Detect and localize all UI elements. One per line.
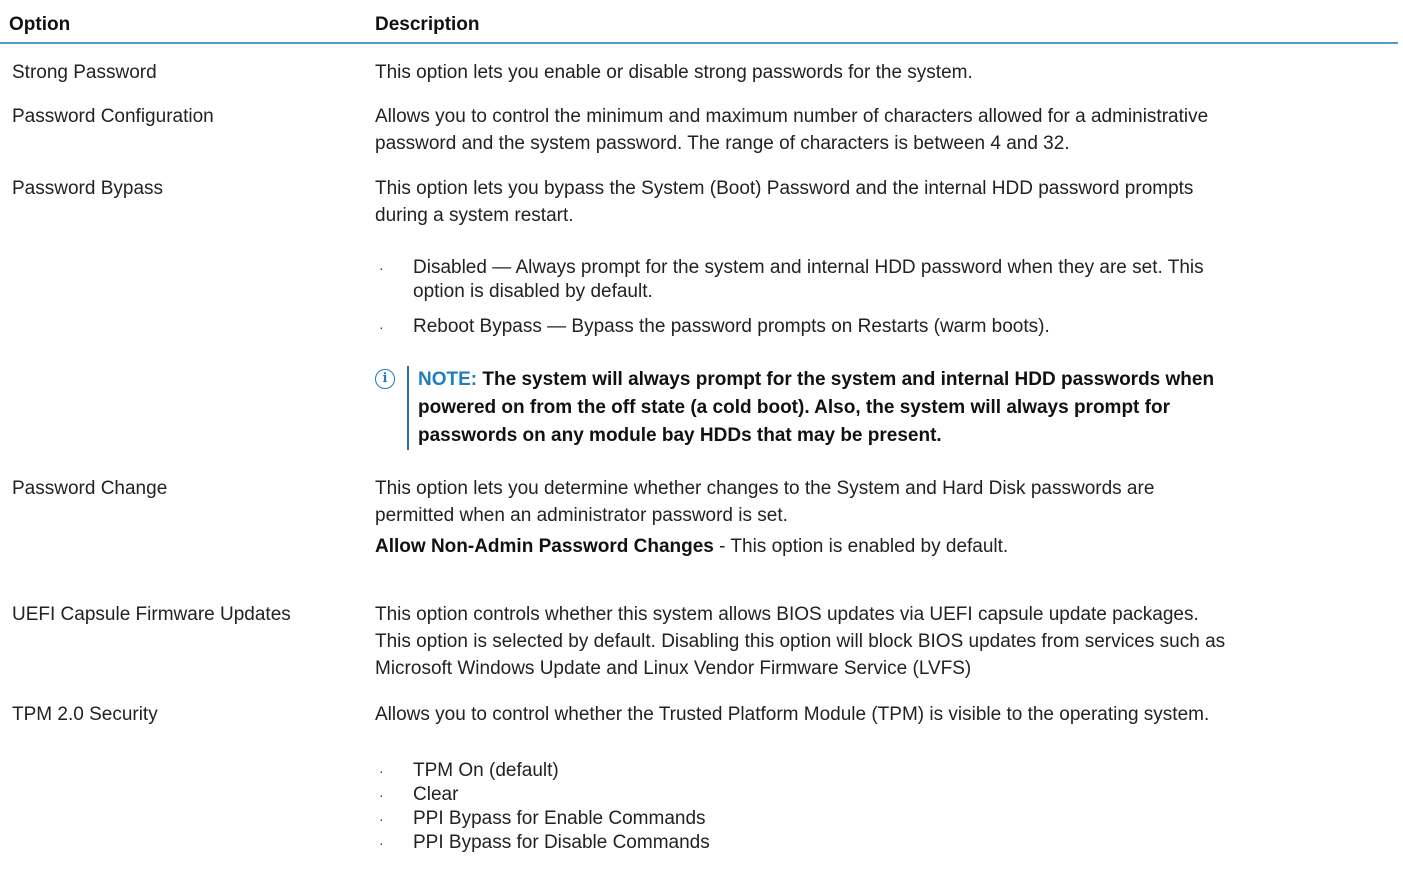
description-text: This option lets you enable or disable s… <box>375 62 973 83</box>
bullet-list: · TPM On (default) · Clear · PPI Bypass … <box>375 759 1395 855</box>
header-option: Option <box>9 14 71 35</box>
option-name: Password Bypass <box>12 178 164 199</box>
list-item: · PPI Bypass for Disable Commands <box>375 831 1395 855</box>
bullet-icon: · <box>379 787 384 803</box>
list-item: · Disabled — Always prompt for the syste… <box>375 256 1395 304</box>
option-description: This option lets you bypass the System (… <box>375 175 1395 229</box>
bullet-text: PPI Bypass for Enable Commands <box>413 808 706 829</box>
bullet-text: TPM On (default) <box>413 760 559 781</box>
description-line: Microsoft Windows Update and Linux Vendo… <box>375 658 972 679</box>
bullet-text: Reboot Bypass — Bypass the password prom… <box>413 316 1050 337</box>
bullet-list: · Disabled — Always prompt for the syste… <box>375 256 1395 339</box>
note-block: i NOTE: The system will always prompt fo… <box>0 366 1398 452</box>
description-line: This option is selected by default. Disa… <box>375 631 1226 652</box>
bios-options-page: Option Description Strong Password This … <box>0 0 1403 881</box>
note: i NOTE: The system will always prompt fo… <box>375 366 1395 452</box>
bullet-icon: · <box>379 835 384 851</box>
option-description: Allows you to control the minimum and ma… <box>375 103 1395 157</box>
setting-name: Allow Non-Admin Password Changes <box>375 536 714 557</box>
list-item: · Clear <box>375 783 1395 807</box>
bullet-icon: · <box>379 260 384 276</box>
option-name: Strong Password <box>12 62 157 83</box>
note-line: The system will always prompt for the sy… <box>482 369 1215 390</box>
bullet-icon: · <box>379 319 384 335</box>
option-description: This option controls whether this system… <box>375 601 1395 682</box>
bullet-text: Disabled — Always prompt for the system … <box>413 257 1204 278</box>
list-item: · PPI Bypass for Enable Commands <box>375 807 1395 831</box>
list-item: · TPM On (default) <box>375 759 1395 783</box>
description-text: Allows you to control whether the Truste… <box>375 704 1210 725</box>
bullet-list-container: · TPM On (default) · Clear · PPI Bypass … <box>375 759 1395 855</box>
list-item: · Reboot Bypass — Bypass the password pr… <box>375 315 1395 339</box>
description-line: This option lets you determine whether c… <box>375 478 1155 499</box>
description-line: permitted when an administrator password… <box>375 505 788 526</box>
option-name: UEFI Capsule Firmware Updates <box>12 604 291 625</box>
option-name: Password Change <box>12 478 168 499</box>
option-description: This option lets you determine whether c… <box>375 475 1395 560</box>
option-name: TPM 2.0 Security <box>12 704 158 725</box>
bullet-text: option is disabled by default. <box>413 281 653 302</box>
note-line: passwords on any module bay HDDs that ma… <box>418 425 942 446</box>
description-line: password and the system password. The ra… <box>375 133 1070 154</box>
option-description: This option lets you enable or disable s… <box>375 59 1395 86</box>
description-line: This option lets you bypass the System (… <box>375 178 1194 199</box>
table-header: Option Description <box>0 0 1398 44</box>
note-text: NOTE: The system will always prompt for … <box>418 366 1378 450</box>
description-line: Allows you to control the minimum and ma… <box>375 106 1209 127</box>
setting-text: - This option is enabled by default. <box>713 536 1009 557</box>
option-name: Password Configuration <box>12 106 214 127</box>
bullet-list-container: · Disabled — Always prompt for the syste… <box>375 256 1395 339</box>
description-line: This option controls whether this system… <box>375 604 1199 625</box>
description-line: during a system restart. <box>375 205 574 226</box>
bullet-icon: · <box>379 811 384 827</box>
option-description: Allows you to control whether the Truste… <box>375 701 1395 728</box>
note-line: powered on from the off state (a cold bo… <box>418 397 1170 418</box>
bullet-icon: · <box>379 763 384 779</box>
note-label: NOTE: <box>418 369 478 390</box>
note-divider <box>407 366 409 450</box>
bullet-text: PPI Bypass for Disable Commands <box>413 832 710 853</box>
setting-line: Allow Non-Admin Password Changes - This … <box>375 533 1395 560</box>
bullet-text: Clear <box>413 784 459 805</box>
header-description: Description <box>375 14 480 35</box>
info-circle-icon: i <box>375 369 395 389</box>
